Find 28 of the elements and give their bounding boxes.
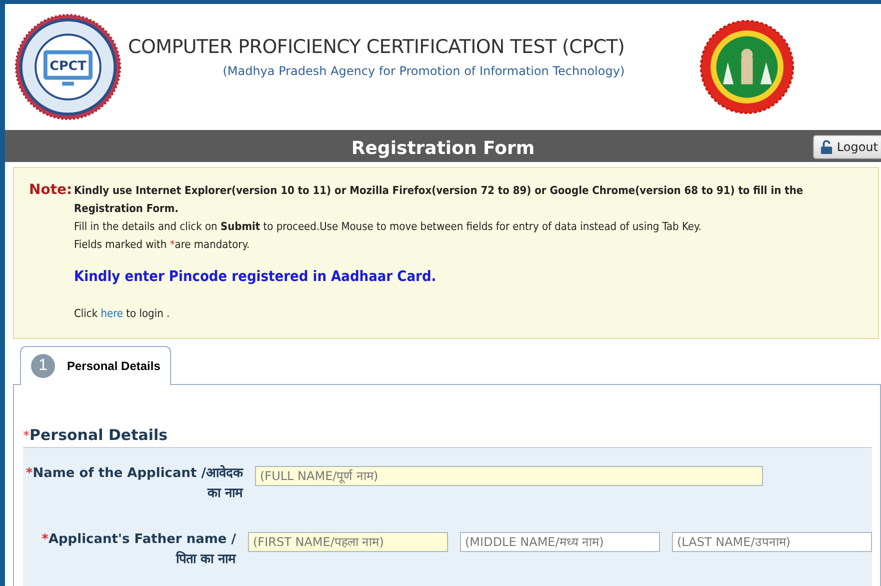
input-field[interactable]: (FULL NAME/पूर्ण नाम) (255, 466, 763, 486)
required-mark: * (42, 532, 48, 547)
input-field[interactable]: (LAST NAME/उपनाम) (672, 532, 872, 552)
field-label: Applicant's Father name /पिता का नाम (48, 532, 236, 567)
required-mark: * (26, 466, 33, 481)
input-field[interactable]: (MIDDLE NAME/मध्य नाम) (460, 532, 660, 552)
login-link[interactable]: here (100, 307, 124, 320)
note-label: Note: (29, 182, 74, 200)
note-text: Fill in the details and click on Submit to proceed.Use Mouse to move between fields for entry of data instead of using Tab Key. (74, 219, 702, 235)
pincode-notice: Kindly enter Pincode registered in Aadhaar Card. (74, 269, 438, 285)
note-text: Fields marked with (74, 238, 168, 251)
input-field[interactable]: (FIRST NAME/पहला नाम) (248, 532, 448, 552)
note-text: Click (74, 307, 99, 320)
required-mark: * (23, 429, 30, 444)
site-subtitle: (Madhya Pradesh Agency for Promotion of Information Technology) (222, 64, 625, 78)
page-title: Registration Form (351, 136, 535, 158)
unlock-icon (820, 140, 833, 154)
cpct-logo-drawing: CPCT (14, 13, 122, 121)
note-text: Kindly use Internet Explorer(version 10 to 11) or Mozilla Firefox(version 72 to 89) or Google Chrome(version 68 to 91) to fill in the Registration Form. (74, 183, 804, 217)
note-text: are mandatory. (174, 238, 250, 251)
required-mark: * (170, 238, 175, 251)
section-title: Personal Details (30, 426, 168, 444)
step-number: 1 (31, 354, 55, 378)
field-label: Name of the Applicant /आवेदक का नाम (32, 466, 243, 501)
note-text: to login . (125, 307, 170, 320)
logout-button[interactable]: Logout (812, 135, 881, 159)
site-title: COMPUTER PROFICIENCY CERTIFICATION TEST (CPCT) (128, 36, 625, 58)
tab[interactable]: 1 Personal Details (20, 346, 172, 385)
